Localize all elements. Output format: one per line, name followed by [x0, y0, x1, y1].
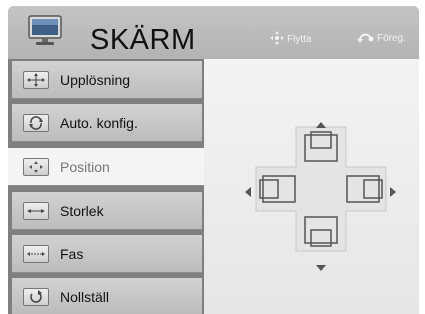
auto-config-icon: [23, 114, 49, 132]
back-arrow-icon: [356, 31, 374, 46]
position-icon: [23, 158, 49, 176]
menu-item-resolution[interactable]: Upplösning: [12, 61, 202, 99]
right-arrow-icon[interactable]: [390, 184, 396, 202]
menu-item-position[interactable]: Position: [8, 148, 204, 186]
position-up-screen-icon[interactable]: [301, 131, 341, 171]
header-bar: SKÄRM Flytta Föreg.: [8, 6, 419, 59]
menu-item-reset[interactable]: Nollställ: [12, 278, 202, 314]
move-hint-label: Flytta: [287, 34, 312, 45]
monitor-icon: [28, 15, 62, 46]
previous-hint-label: Föreg.: [377, 33, 406, 44]
position-control[interactable]: [229, 109, 409, 271]
previous-hint: Föreg.: [356, 31, 406, 46]
menu-item-phase[interactable]: Fas: [12, 235, 202, 273]
position-panel: [204, 59, 419, 314]
position-left-screen-icon[interactable]: [259, 172, 299, 212]
down-arrow-icon[interactable]: [316, 258, 326, 276]
menu-item-size[interactable]: Storlek: [12, 192, 202, 230]
menu-item-label: Upplösning: [60, 72, 131, 88]
menu-item-label: Position: [60, 159, 110, 175]
resolution-icon: [23, 71, 49, 89]
menu-item-label: Nollställ: [60, 289, 110, 305]
settings-menu: Upplösning Auto. konfig. Position Storle…: [8, 59, 204, 314]
position-right-screen-icon[interactable]: [343, 172, 383, 212]
menu-item-auto-config[interactable]: Auto. konfig.: [12, 104, 202, 142]
menu-item-label: Storlek: [60, 203, 104, 219]
move-hint: Flytta: [270, 31, 311, 48]
move-arrows-icon: [270, 31, 284, 48]
reset-icon: [23, 288, 49, 306]
menu-item-label: Fas: [60, 246, 84, 262]
screen-settings-window: SKÄRM Flytta Föreg. Upplösning Auto. kon…: [8, 6, 419, 314]
size-icon: [23, 202, 49, 220]
phase-icon: [23, 245, 49, 263]
menu-item-label: Auto. konfig.: [60, 115, 138, 131]
page-title: SKÄRM: [90, 24, 196, 56]
position-down-screen-icon[interactable]: [301, 213, 341, 253]
left-arrow-icon[interactable]: [245, 184, 251, 202]
